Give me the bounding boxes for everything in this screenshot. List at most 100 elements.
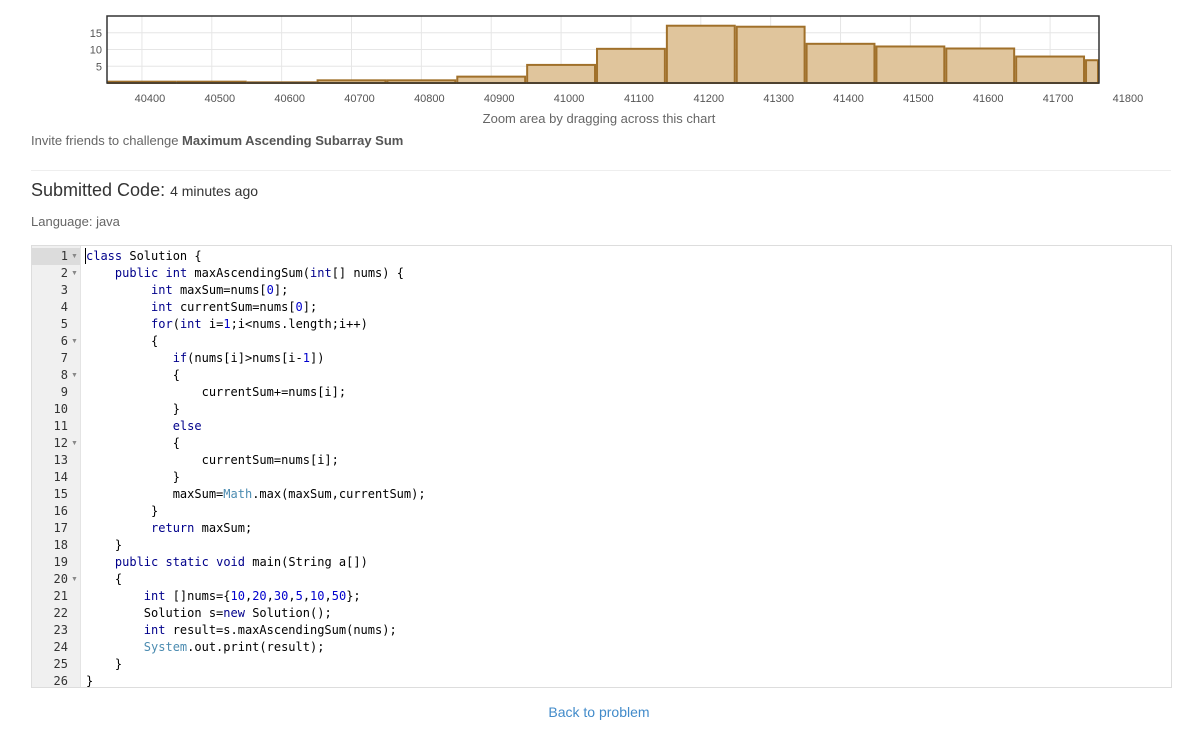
y-tick-label: 15 [90, 28, 102, 40]
code-line[interactable]: if(nums[i]>nums[i-1]) [86, 350, 325, 367]
line-number: 8 [60, 368, 68, 382]
code-line[interactable]: { [86, 367, 180, 384]
x-tick-label: 41000 [554, 93, 585, 105]
code-line[interactable]: { [86, 571, 122, 588]
line-number: 15 [53, 487, 68, 501]
code-line[interactable]: return maxSum; [86, 520, 252, 537]
x-tick-label: 40700 [344, 93, 375, 105]
line-number: 1 [60, 249, 68, 263]
text-cursor [85, 248, 86, 264]
code-line[interactable]: currentSum=nums[i]; [86, 452, 339, 469]
line-number: 3 [60, 283, 68, 297]
x-tick-label: 40900 [484, 93, 515, 105]
submitted-heading: Submitted Code: 4 minutes ago [31, 180, 258, 201]
fold-arrow-icon[interactable]: ▼ [71, 571, 78, 588]
x-tick-label: 41800 [1113, 93, 1144, 105]
histogram-bar [945, 47, 1016, 84]
code-line[interactable]: public int maxAscendingSum(int[] nums) { [86, 265, 404, 282]
line-number: 5 [60, 317, 68, 331]
code-editor[interactable]: 1 ▼ 2 ▼ 3 4 5 6 ▼ 7 8 ▼ 9 10 11 12 ▼ 13 14 15 16 17 18 19 20 ▼ 21 2… [31, 245, 1172, 688]
line-number: 18 [53, 538, 68, 552]
x-tick-label: 40500 [204, 93, 235, 105]
code-line[interactable]: int maxSum=nums[0]; [86, 282, 288, 299]
histogram-bar [1085, 59, 1100, 85]
code-line[interactable]: int []nums={10,20,30,5,10,50}; [86, 588, 361, 605]
fold-arrow-icon[interactable]: ▼ [71, 435, 78, 452]
line-number: 23 [53, 623, 68, 637]
fold-arrow-icon[interactable]: ▼ [71, 265, 78, 282]
line-number: 10 [53, 402, 68, 416]
code-line[interactable]: else [86, 418, 202, 435]
line-number: 17 [53, 521, 68, 535]
histogram-bar [596, 47, 666, 84]
histogram-bar [805, 42, 876, 84]
x-tick-label: 41600 [973, 93, 1004, 105]
line-number: 24 [53, 640, 68, 654]
fold-arrow-icon[interactable]: ▼ [71, 248, 78, 265]
code-line[interactable]: } [86, 537, 122, 554]
x-tick-label: 41500 [903, 93, 934, 105]
line-number: 2 [60, 266, 68, 280]
histogram-bar [526, 63, 597, 85]
x-tick-label: 41200 [694, 93, 725, 105]
code-line[interactable]: for(int i=1;i<nums.length;i++) [86, 316, 368, 333]
submitted-title: Submitted Code: [31, 180, 171, 200]
code-line[interactable]: } [86, 469, 180, 486]
code-line[interactable]: int currentSum=nums[0]; [86, 299, 317, 316]
code-line[interactable]: class Solution { [86, 248, 202, 265]
code-line[interactable]: } [86, 673, 93, 687]
zoom-hint: Zoom area by dragging across this chart [482, 111, 716, 126]
x-tick-label: 41300 [763, 93, 794, 105]
code-line[interactable]: } [86, 656, 122, 673]
submitted-time: 4 minutes ago [170, 183, 259, 199]
fold-arrow-icon[interactable]: ▼ [71, 333, 78, 350]
language-label: Language: java [31, 214, 120, 229]
code-line[interactable]: maxSum=Math.max(maxSum,currentSum); [86, 486, 426, 503]
line-number: 11 [53, 419, 68, 433]
line-number: 16 [53, 504, 68, 518]
code-line[interactable]: Solution s=new Solution(); [86, 605, 332, 622]
line-number: 26 [53, 674, 68, 688]
line-number: 13 [53, 453, 68, 467]
line-number: 6 [60, 334, 68, 348]
line-number: 7 [60, 351, 68, 365]
invite-prefix: Invite friends to challenge [31, 133, 183, 148]
histogram-bar [665, 24, 736, 84]
code-line[interactable]: } [86, 503, 158, 520]
line-number: 25 [53, 657, 68, 671]
x-tick-label: 40800 [414, 93, 445, 105]
x-tick-label: 41700 [1043, 93, 1074, 105]
code-line[interactable]: } [86, 401, 180, 418]
code-line[interactable]: { [86, 435, 180, 452]
problem-name: Maximum Ascending Subarray Sum [182, 133, 404, 148]
code-line[interactable]: System.out.print(result); [86, 639, 325, 656]
back-to-problem-link[interactable]: Back to problem [0, 704, 1198, 720]
line-number: 19 [53, 555, 68, 569]
divider [31, 170, 1171, 171]
code-line[interactable]: public static void main(String a[]) [86, 554, 368, 571]
histogram-bar [735, 25, 806, 84]
line-number: 22 [53, 606, 68, 620]
code-line[interactable]: currentSum+=nums[i]; [86, 384, 347, 401]
histogram-bar [875, 45, 946, 84]
x-tick-label: 41400 [833, 93, 864, 105]
line-number: 4 [60, 300, 68, 314]
fold-arrow-icon[interactable]: ▼ [71, 367, 78, 384]
histogram-bar [456, 75, 527, 85]
line-number: 12 [53, 436, 68, 450]
y-tick-label: 5 [96, 61, 102, 73]
distribution-chart[interactable]: 5 10 15 40400 40500 40600 40700 40800 40900 41000… [0, 0, 1198, 130]
code-line[interactable]: int result=s.maxAscendingSum(nums); [86, 622, 397, 639]
histogram-bar [1015, 55, 1086, 84]
line-number: 14 [53, 470, 68, 484]
line-number: 20 [53, 572, 68, 586]
line-number: 9 [60, 385, 68, 399]
code-line[interactable]: { [86, 333, 158, 350]
x-tick-label: 41100 [624, 93, 654, 105]
x-tick-label: 40600 [274, 93, 305, 105]
line-number: 21 [53, 589, 68, 603]
x-tick-label: 40400 [135, 93, 166, 105]
invite-text: Invite friends to challenge Maximum Asce… [31, 133, 403, 148]
distribution-chart-svg[interactable]: 5 10 15 40400 40500 40600 40700 40800 40900 41000… [0, 0, 1198, 110]
y-tick-label: 10 [90, 45, 102, 57]
